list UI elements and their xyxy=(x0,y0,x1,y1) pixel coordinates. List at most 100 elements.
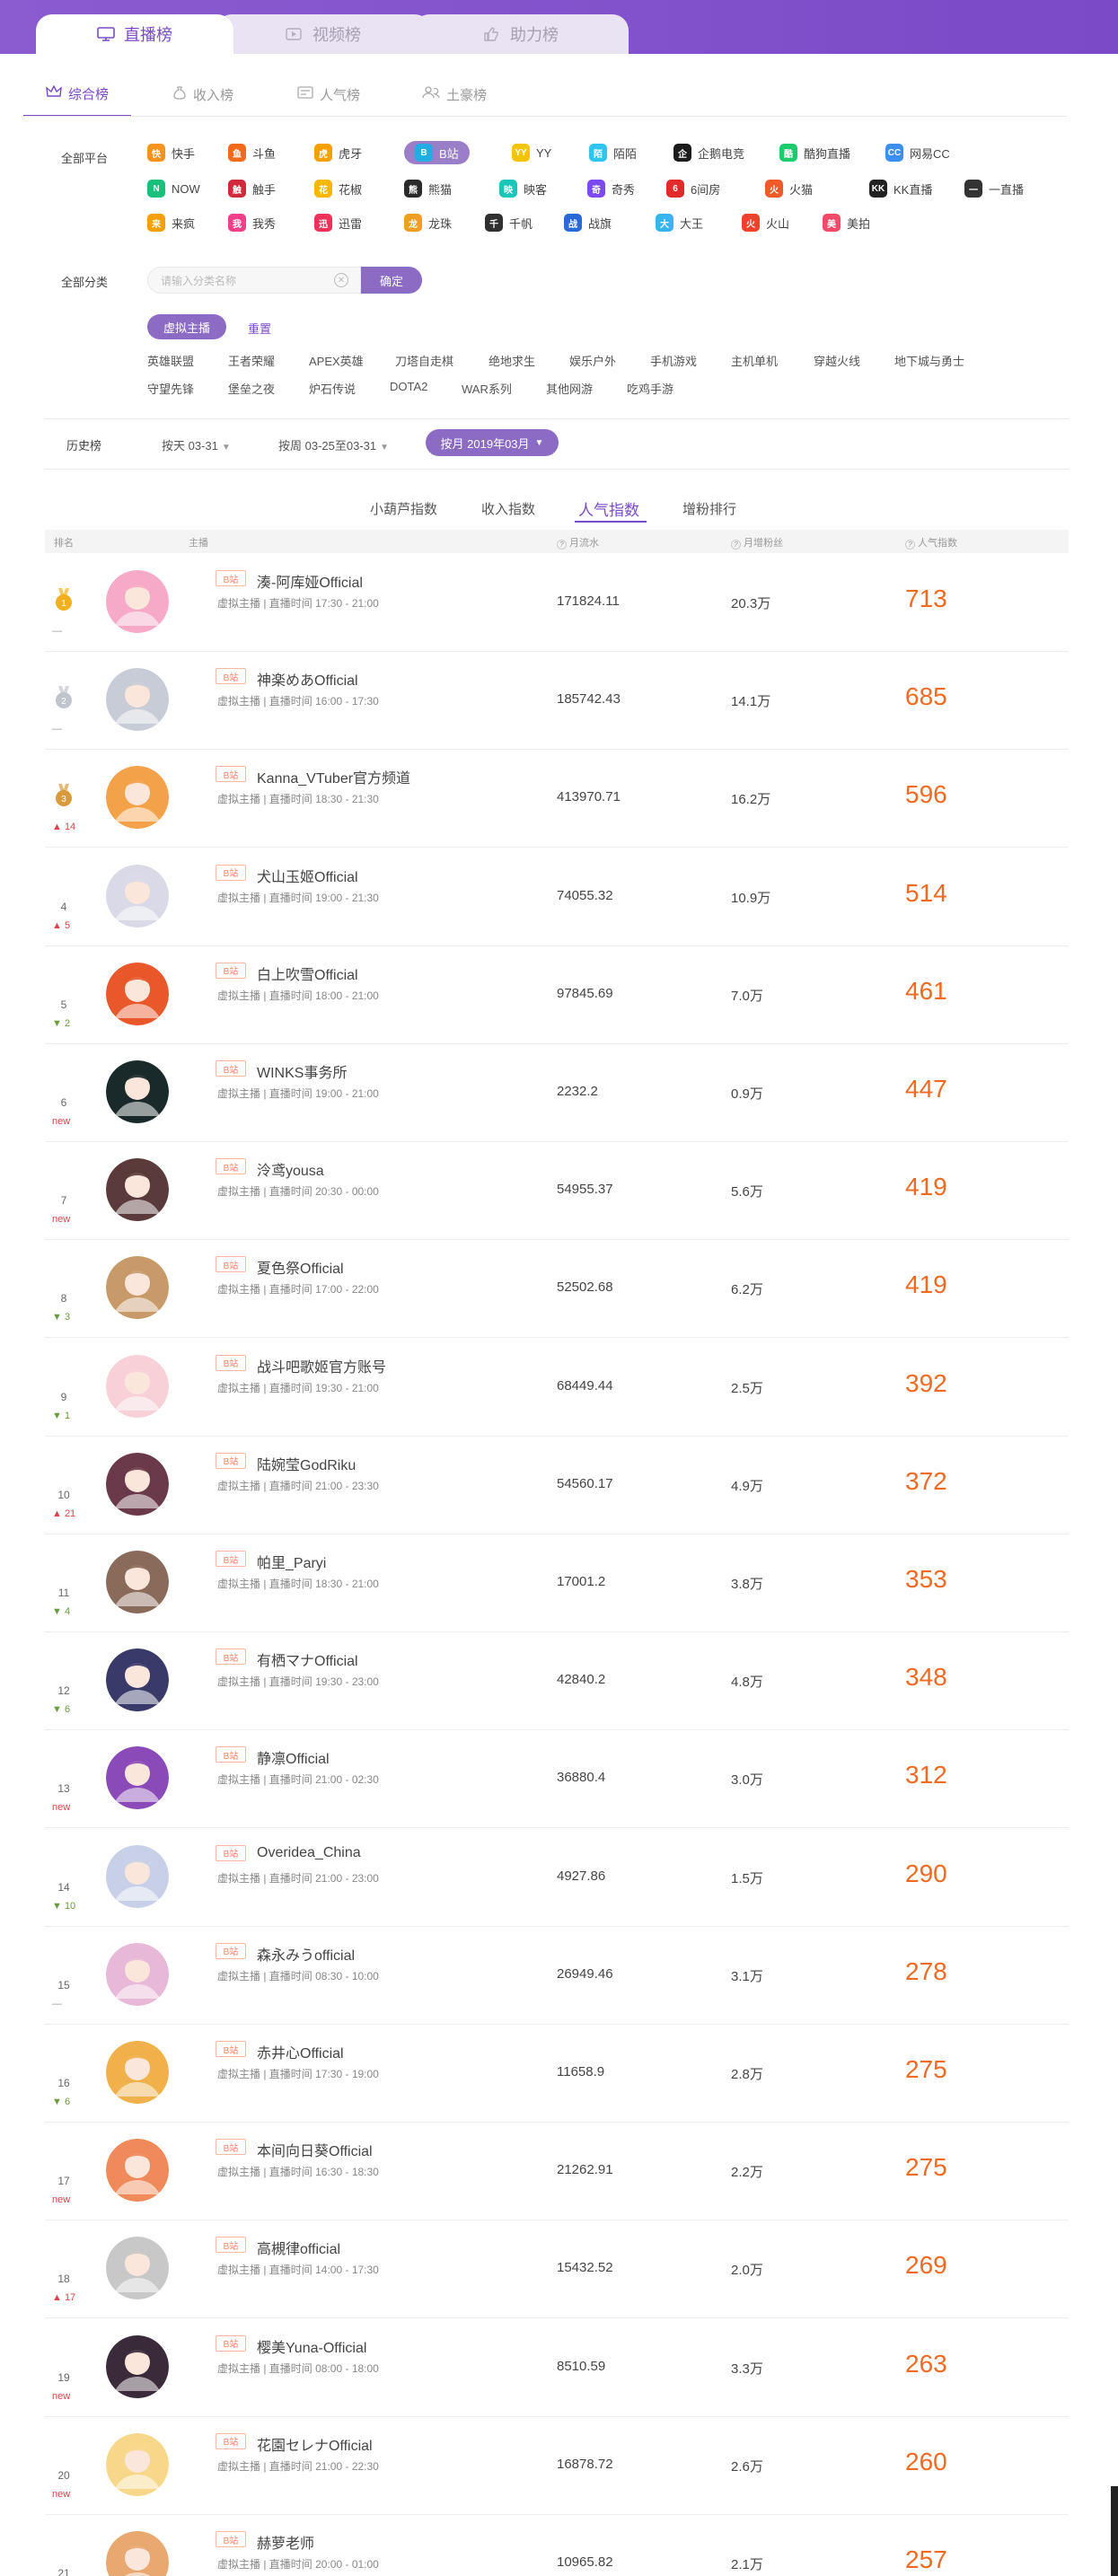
table-row[interactable]: 7 new B站 泠鸢yousa 虚拟主播 | 直播时间 20:30 - 00:00 54… xyxy=(45,1142,1069,1241)
avatar[interactable] xyxy=(106,570,169,633)
category-option[interactable]: 炉石传说 xyxy=(309,380,356,397)
avatar[interactable] xyxy=(106,1746,169,1810)
table-row[interactable]: 16 ▼ 6 B站 赤井心Official 虚拟主播 | 直播时间 17:30 - 19… xyxy=(45,2025,1069,2123)
selected-category-chip[interactable]: 虚拟主播 xyxy=(147,314,226,339)
table-row[interactable]: 3 ▲ 14 B站 Kanna_VTuber官方频道 虚拟主播 | 直播时间 18:30… xyxy=(45,750,1069,848)
platform-option[interactable]: 鱼斗鱼 xyxy=(228,141,276,164)
platform-option[interactable]: 战战旗 xyxy=(564,211,612,234)
platform-option[interactable]: 一一直播 xyxy=(964,177,1024,200)
streamer-name[interactable]: 赤井心Official xyxy=(257,2041,344,2062)
avatar[interactable] xyxy=(106,2432,169,2496)
streamer-name[interactable]: 赫萝老师 xyxy=(257,2531,314,2553)
table-row[interactable]: 10 ▲ 21 B站 陆婉莹GodRiku 虚拟主播 | 直播时间 21:00 - 23… xyxy=(45,1437,1069,1534)
platform-option[interactable]: 陌陌陌 xyxy=(589,141,637,164)
tab-follower-growth[interactable]: 增粉排行 xyxy=(682,499,736,518)
platform-option[interactable]: 迅迅雷 xyxy=(314,211,362,234)
platform-option[interactable]: 映映客 xyxy=(499,177,547,200)
platform-option[interactable]: 来来疯 xyxy=(147,211,195,234)
table-row[interactable]: 18 ▲ 17 B站 高槻律official 虚拟主播 | 直播时间 14:00 - 1… xyxy=(45,2220,1069,2319)
table-row[interactable]: 2 — B站 神楽めあOfficial 虚拟主播 | 直播时间 16:00 - 17:3… xyxy=(45,652,1069,751)
category-option[interactable]: 娱乐户外 xyxy=(569,352,616,369)
category-search-input[interactable]: 请输入分类名称 xyxy=(147,267,361,294)
avatar[interactable] xyxy=(106,1354,169,1418)
avatar[interactable] xyxy=(106,1942,169,2006)
avatar[interactable] xyxy=(106,1256,169,1320)
streamer-name[interactable]: 陆婉莹GodRiku xyxy=(257,1453,356,1474)
streamer-name[interactable]: 泠鸢yousa xyxy=(257,1158,324,1180)
platform-option[interactable]: N NOW xyxy=(147,177,200,200)
category-option[interactable]: 刀塔自走棋 xyxy=(395,352,453,369)
platform-option[interactable]: 虎虎牙 xyxy=(314,141,362,164)
table-row[interactable]: 14 ▼ 10 B站 Overidea_China 虚拟主播 | 直播时间 21:00 … xyxy=(45,1829,1069,1927)
table-row[interactable]: 17 new B站 本间向日葵Official 虚拟主播 | 直播时间 16:30 - … xyxy=(45,2123,1069,2221)
category-option[interactable]: 王者荣耀 xyxy=(228,352,275,369)
streamer-name[interactable]: 夏色祭Official xyxy=(257,1256,344,1278)
table-row[interactable]: 9 ▼ 1 B站 战斗吧歌姬官方账号 虚拟主播 | 直播时间 19:30 - 21:00… xyxy=(45,1339,1069,1437)
table-row[interactable]: 1 — B站 湊-阿库娅Official 虚拟主播 | 直播时间 17:30 - 21:… xyxy=(45,554,1069,652)
streamer-name[interactable]: 有栖マナOfficial xyxy=(257,1648,358,1670)
platform-option[interactable]: 我我秀 xyxy=(228,211,276,234)
platform-option[interactable]: 酷酷狗直播 xyxy=(779,141,850,164)
category-option[interactable]: 吃鸡手游 xyxy=(627,380,673,397)
table-row[interactable]: 15 — B站 森永みうofficial 虚拟主播 | 直播时间 08:30 - 10:… xyxy=(45,1927,1069,2025)
table-row[interactable]: 12 ▼ 6 B站 有栖マナOfficial 虚拟主播 | 直播时间 19:30 - 2… xyxy=(45,1632,1069,1731)
category-option[interactable]: 守望先锋 xyxy=(147,380,194,397)
tab-boost-ranking[interactable]: 助力榜 xyxy=(413,14,629,54)
streamer-name[interactable]: 白上吹雪Official xyxy=(257,963,358,984)
history-by-week-select[interactable]: 按周 03-25至03-31 ▼ xyxy=(278,436,389,453)
streamer-name[interactable]: 犬山玉姬Official xyxy=(257,865,358,886)
streamer-name[interactable]: 花園セレナOfficial xyxy=(257,2433,373,2455)
reset-link[interactable]: 重置 xyxy=(248,320,271,337)
avatar[interactable] xyxy=(106,1158,169,1222)
avatar[interactable] xyxy=(106,668,169,732)
category-option[interactable]: 手机游戏 xyxy=(650,352,697,369)
platform-option[interactable]: 奇奇秀 xyxy=(587,177,635,200)
avatar[interactable] xyxy=(106,1452,169,1516)
confirm-button[interactable]: 确定 xyxy=(361,267,422,294)
platform-option[interactable]: 熊熊猫 xyxy=(404,177,452,200)
avatar[interactable] xyxy=(106,962,169,1025)
table-row[interactable]: 21 B站 赫萝老师 虚拟主播 | 直播时间 20:00 - 01:00 10965.8… xyxy=(45,2515,1069,2576)
avatar[interactable] xyxy=(106,2041,169,2104)
avatar[interactable] xyxy=(106,1551,169,1613)
clear-icon[interactable]: ✕ xyxy=(334,273,348,287)
tab-tycoon[interactable]: 土豪榜 xyxy=(401,72,508,117)
category-option[interactable]: 英雄联盟 xyxy=(147,352,194,369)
category-option[interactable]: 其他网游 xyxy=(546,380,593,397)
table-row[interactable]: 20 new B站 花園セレナOfficial 虚拟主播 | 直播时间 21:00 - … xyxy=(45,2417,1069,2515)
category-option[interactable]: 绝地求生 xyxy=(489,352,535,369)
table-row[interactable]: 13 new B站 静凛Official 虚拟主播 | 直播时间 21:00 - 02:… xyxy=(45,1730,1069,1829)
tab-income[interactable]: 收入榜 xyxy=(149,72,257,117)
platform-option[interactable]: 快快手 xyxy=(147,141,195,164)
history-by-day-select[interactable]: 按天 03-31 ▼ xyxy=(162,436,231,453)
platform-option[interactable]: 火火山 xyxy=(742,211,789,234)
avatar[interactable] xyxy=(106,2334,169,2398)
streamer-name[interactable]: 本间向日葵Official xyxy=(257,2139,373,2160)
table-row[interactable]: 8 ▼ 3 B站 夏色祭Official 虚拟主播 | 直播时间 17:00 - 22:… xyxy=(45,1240,1069,1339)
table-row[interactable]: 19 new B站 樱美Yuna-Official 虚拟主播 | 直播时间 08:00 … xyxy=(45,2319,1069,2417)
platform-option[interactable]: 6 6间房 xyxy=(666,177,720,200)
platform-option[interactable]: CC 网易CC xyxy=(885,141,950,164)
tab-popularity[interactable]: 人气榜 xyxy=(275,72,383,117)
platform-option[interactable]: 龙龙珠 xyxy=(404,211,452,234)
avatar[interactable] xyxy=(106,1060,169,1123)
category-option[interactable]: APEX英雄 xyxy=(309,352,364,369)
platform-option[interactable]: 花花椒 xyxy=(314,177,362,200)
streamer-name[interactable]: 森永みうofficial xyxy=(257,1943,355,1965)
table-row[interactable]: 4 ▲ 5 B站 犬山玉姬Official 虚拟主播 | 直播时间 19:00 - 21… xyxy=(45,848,1069,946)
streamer-name[interactable]: WINKS事务所 xyxy=(257,1060,347,1082)
platform-option[interactable]: 美美拍 xyxy=(823,211,870,234)
platform-option[interactable]: 触触手 xyxy=(228,177,276,200)
streamer-name[interactable]: 高槻律official xyxy=(257,2237,340,2258)
streamer-name[interactable]: 神楽めあOfficial xyxy=(257,668,358,690)
platform-option[interactable]: 火火猫 xyxy=(765,177,813,200)
tab-video-ranking[interactable]: 视频榜 xyxy=(216,14,431,54)
platform-option[interactable]: 大大王 xyxy=(656,211,703,234)
avatar[interactable] xyxy=(106,864,169,928)
avatar[interactable] xyxy=(106,2139,169,2202)
category-option[interactable]: DOTA2 xyxy=(390,380,427,393)
history-by-month-select[interactable]: 按月 2019年03月 ▼ xyxy=(426,429,559,456)
category-option[interactable]: 堡垒之夜 xyxy=(228,380,275,397)
avatar[interactable] xyxy=(106,1648,169,1712)
streamer-name[interactable]: 战斗吧歌姬官方账号 xyxy=(257,1355,386,1376)
